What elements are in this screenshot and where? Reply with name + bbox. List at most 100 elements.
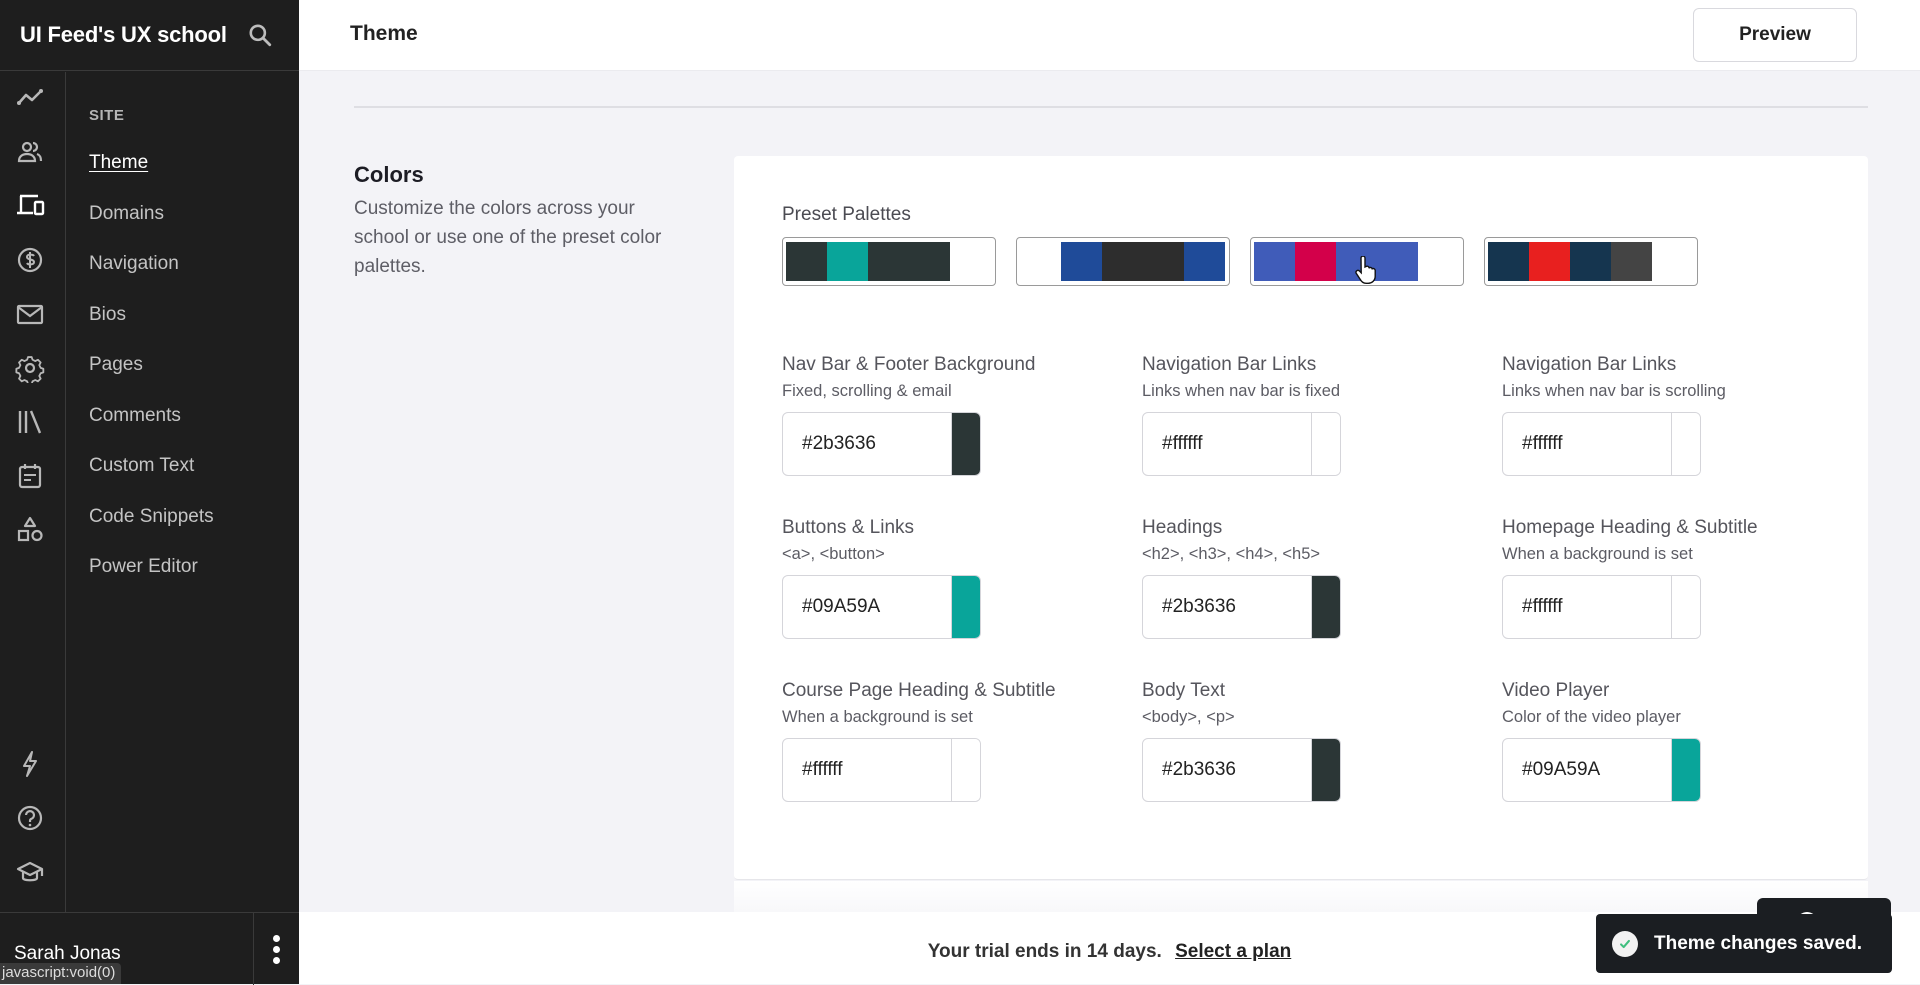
palette-color-cell [909, 242, 950, 281]
select-plan-link[interactable]: Select a plan [1175, 941, 1291, 962]
sidebar-item-custom-text[interactable]: Custom Text [89, 455, 194, 477]
color-field-hint: <h2>, <h3>, <h4>, <h5> [1142, 545, 1321, 563]
shapes-icon[interactable] [14, 514, 46, 546]
preset-palettes-label: Preset Palettes [782, 204, 911, 225]
palette-color-cell [827, 242, 868, 281]
calendar-icon[interactable] [14, 460, 46, 492]
color-hex-input[interactable]: #09A59A [1502, 738, 1701, 802]
palette-color-cell [1570, 242, 1611, 281]
palette-color-cell [1295, 242, 1336, 281]
palette-color-cell [1418, 242, 1459, 281]
sidebar-item-bios[interactable]: Bios [89, 304, 126, 326]
school-title[interactable]: UI Feed's UX school [20, 22, 227, 48]
sidebar-item-comments[interactable]: Comments [89, 405, 181, 427]
color-field-label: Navigation Bar Links [1502, 354, 1677, 375]
color-hex-value[interactable]: #2b3636 [1143, 576, 1311, 638]
preset-palette-1[interactable] [782, 237, 996, 286]
next-card-edge [734, 881, 1868, 912]
sidebar-item-domains[interactable]: Domains [89, 203, 164, 225]
color-swatch-picker[interactable] [1671, 576, 1700, 638]
color-field: Headings <h2>, <h3>, <h4>, <h5> #2b3636 [1142, 517, 1462, 639]
color-hex-input[interactable]: #2b3636 [1142, 738, 1341, 802]
color-hex-value[interactable]: #2b3636 [1143, 739, 1311, 801]
more-vertical-icon[interactable] [253, 913, 299, 985]
color-swatch-picker[interactable] [1311, 739, 1340, 801]
color-field: Navigation Bar Links Links when nav bar i… [1142, 354, 1462, 476]
palette-color-cell [1061, 242, 1102, 281]
page-title: Theme [350, 22, 418, 45]
palette-color-cell [1488, 242, 1529, 281]
search-icon[interactable] [247, 22, 273, 48]
lightning-icon[interactable] [14, 748, 46, 780]
sidebar-item-navigation[interactable]: Navigation [89, 253, 179, 275]
colors-card: Preset Palettes Nav Bar & Footer Backgro… [734, 156, 1868, 880]
palette-color-cell [1529, 242, 1570, 281]
sidebar-item-theme[interactable]: Theme [89, 152, 148, 174]
devices-icon[interactable] [14, 190, 46, 222]
sidebar-item-pages[interactable]: Pages [89, 354, 143, 376]
color-hex-value[interactable]: #09A59A [783, 576, 951, 638]
color-field: Buttons & Links <a>, <button> #09A59A [782, 517, 1102, 639]
check-circle-icon [1612, 930, 1638, 957]
color-hex-input[interactable]: #09A59A [782, 575, 981, 639]
color-hex-value[interactable]: #ffffff [783, 739, 951, 801]
brand-header: UI Feed's UX school [0, 0, 299, 71]
mail-icon[interactable] [14, 298, 46, 330]
color-field: Video Player Color of the video player #09… [1502, 680, 1822, 802]
user-name[interactable]: Sarah Jonas [14, 943, 121, 965]
color-field-hint: Color of the video player [1502, 708, 1681, 726]
palette-color-cell [1184, 242, 1225, 281]
palette-color-cell [1254, 242, 1295, 281]
page-header: Theme Preview [299, 0, 1920, 71]
color-field: Body Text <body>, <p> #2b3636 [1142, 680, 1462, 802]
color-hex-input[interactable]: #ffffff [1142, 412, 1341, 476]
trial-text: Your trial ends in 14 days. [927, 941, 1162, 962]
color-hex-value[interactable]: #ffffff [1503, 413, 1671, 475]
nav-section-title: SITE [89, 107, 125, 124]
icon-rail [0, 72, 66, 912]
gear-icon[interactable] [14, 352, 46, 384]
color-swatch-picker[interactable] [951, 576, 980, 638]
color-swatch-picker[interactable] [951, 739, 980, 801]
color-swatch-picker[interactable] [1671, 739, 1700, 801]
color-field-label: Course Page Heading & Subtitle [782, 680, 1056, 701]
color-hex-value[interactable]: #ffffff [1503, 576, 1671, 638]
color-hex-input[interactable]: #2b3636 [782, 412, 981, 476]
palette-color-cell [868, 242, 909, 281]
color-field-label: Navigation Bar Links [1142, 354, 1317, 375]
color-field-label: Buttons & Links [782, 517, 915, 538]
color-swatch-picker[interactable] [1311, 413, 1340, 475]
preset-palette-2[interactable] [1016, 237, 1230, 286]
users-icon[interactable] [14, 136, 46, 168]
color-hex-value[interactable]: #2b3636 [783, 413, 951, 475]
color-swatch-picker[interactable] [1311, 576, 1340, 638]
color-hex-value[interactable]: #09A59A [1503, 739, 1671, 801]
graduation-cap-icon[interactable] [14, 856, 46, 888]
sidebar-item-power-editor[interactable]: Power Editor [89, 556, 198, 578]
section-divider [354, 106, 1868, 108]
color-field-hint: When a background is set [782, 708, 973, 726]
help-icon[interactable] [14, 802, 46, 834]
preset-palette-4[interactable] [1484, 237, 1698, 286]
sidebar-item-code-snippets[interactable]: Code Snippets [89, 506, 214, 528]
library-icon[interactable] [14, 406, 46, 438]
color-hex-input[interactable]: #ffffff [782, 738, 981, 802]
color-hex-input[interactable]: #2b3636 [1142, 575, 1341, 639]
color-swatch-picker[interactable] [1671, 413, 1700, 475]
palette-color-cell [1377, 242, 1418, 281]
colors-section-description: Customize the colors across your school … [354, 198, 662, 277]
color-hex-value[interactable]: #ffffff [1143, 413, 1311, 475]
palette-color-cell [1611, 242, 1652, 281]
toast-notification: Theme changes saved. [1596, 914, 1892, 973]
color-field-label: Body Text [1142, 680, 1226, 701]
color-field: Nav Bar & Footer Background Fixed, scroll… [782, 354, 1102, 476]
dollar-icon[interactable] [14, 244, 46, 276]
color-swatch-picker[interactable] [951, 413, 980, 475]
color-hex-input[interactable]: #ffffff [1502, 575, 1701, 639]
color-hex-input[interactable]: #ffffff [1502, 412, 1701, 476]
preset-palette-3[interactable] [1250, 237, 1464, 286]
color-field: Course Page Heading & Subtitle When a bac… [782, 680, 1102, 802]
palette-color-cell [1143, 242, 1184, 281]
preview-button[interactable]: Preview [1693, 8, 1857, 62]
analytics-icon[interactable] [14, 82, 46, 114]
